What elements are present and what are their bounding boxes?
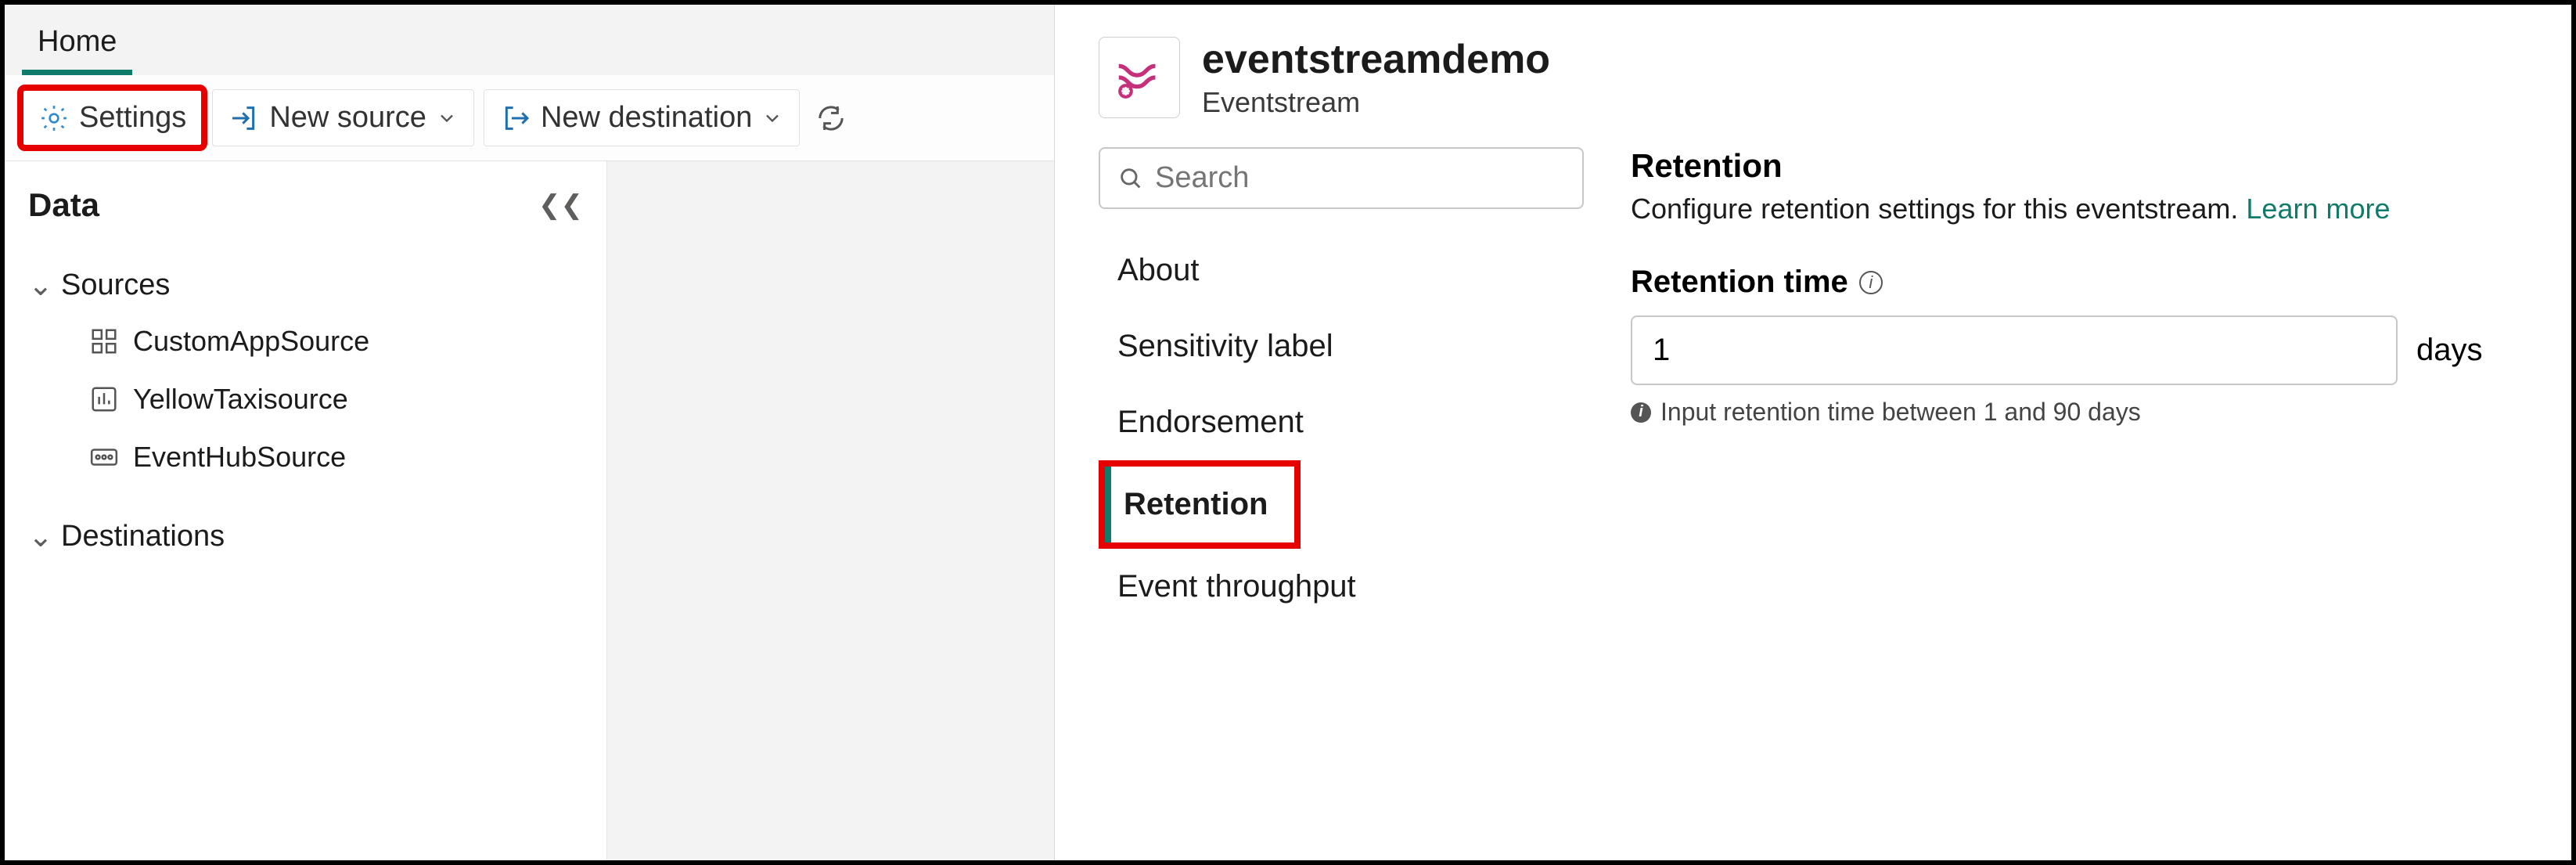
canvas-area: Data ❮❮ ⌄ Sources CustomAppSource Yellow… <box>5 161 1054 860</box>
toolbar: Settings New source New destination <box>5 75 1054 161</box>
chevron-down-icon <box>761 107 783 129</box>
source-item-label: YellowTaxisource <box>133 383 348 416</box>
new-destination-button[interactable]: New destination <box>484 89 800 146</box>
section-description: Configure retention settings for this ev… <box>1631 193 2527 225</box>
tab-home[interactable]: Home <box>22 14 132 75</box>
eventstream-icon <box>1099 37 1180 118</box>
source-item[interactable]: YellowTaxisource <box>89 370 583 428</box>
panel-header: eventstreamdemo Eventstream <box>1099 36 2527 119</box>
gear-icon <box>38 103 70 134</box>
learn-more-link[interactable]: Learn more <box>2246 193 2390 225</box>
chevron-down-icon: ⌄ <box>28 268 50 303</box>
info-icon: i <box>1631 402 1651 423</box>
chevron-down-icon: ⌄ <box>28 519 50 554</box>
days-suffix: days <box>2416 333 2483 368</box>
enter-icon <box>228 103 260 134</box>
nav-throughput[interactable]: Event throughput <box>1099 549 1584 625</box>
chart-icon <box>89 384 119 414</box>
settings-label: Settings <box>79 101 186 135</box>
sources-label: Sources <box>61 269 170 302</box>
settings-search[interactable] <box>1099 147 1584 209</box>
new-source-label: New source <box>269 101 426 135</box>
desc-text: Configure retention settings for this ev… <box>1631 193 2246 225</box>
destinations-label: Destinations <box>61 520 225 553</box>
settings-nav: About Sensitivity label Endorsement Rete… <box>1099 147 1584 625</box>
source-item-label: CustomAppSource <box>133 325 369 358</box>
destinations-toggle[interactable]: ⌄ Destinations <box>28 510 583 564</box>
search-icon <box>1117 165 1144 192</box>
settings-panel: eventstreamdemo Eventstream About Sensit… <box>1055 5 2571 860</box>
info-icon[interactable]: i <box>1859 271 1883 294</box>
sources-toggle[interactable]: ⌄ Sources <box>28 258 583 312</box>
destinations-group: ⌄ Destinations <box>28 510 583 564</box>
app-icon <box>89 326 119 356</box>
settings-button[interactable]: Settings <box>22 89 203 146</box>
panel-title: eventstreamdemo <box>1202 36 1550 83</box>
search-input[interactable] <box>1155 161 1565 195</box>
collapse-sidebar-button[interactable]: ❮❮ <box>538 189 583 221</box>
retention-time-label: Retention time i <box>1631 265 2527 300</box>
new-destination-label: New destination <box>541 101 752 135</box>
source-item-label: EventHubSource <box>133 441 346 474</box>
hub-icon <box>89 442 119 472</box>
exit-icon <box>500 103 531 134</box>
hint-text: Input retention time between 1 and 90 da… <box>1660 398 2141 427</box>
retention-time-input[interactable] <box>1631 315 2398 385</box>
sources-group: ⌄ Sources CustomAppSource YellowTaxisour… <box>28 258 583 486</box>
source-item[interactable]: EventHubSource <box>89 428 583 486</box>
refresh-icon <box>815 103 847 134</box>
chevron-down-icon <box>436 107 458 129</box>
refresh-button[interactable] <box>809 92 853 145</box>
data-sidebar: Data ❮❮ ⌄ Sources CustomAppSource Yellow… <box>5 161 607 860</box>
retention-hint: i Input retention time between 1 and 90 … <box>1631 398 2527 427</box>
field-label-text: Retention time <box>1631 265 1848 300</box>
source-item[interactable]: CustomAppSource <box>89 312 583 370</box>
tab-strip: Home <box>5 5 1054 75</box>
retention-section: Retention Configure retention settings f… <box>1631 147 2527 625</box>
nav-sensitivity[interactable]: Sensitivity label <box>1099 308 1584 384</box>
new-source-button[interactable]: New source <box>212 89 474 146</box>
editor-pane: Home Settings New source New destination <box>5 5 1055 860</box>
nav-endorsement[interactable]: Endorsement <box>1099 384 1584 460</box>
section-heading: Retention <box>1631 147 2527 185</box>
panel-subtitle: Eventstream <box>1202 86 1550 119</box>
nav-retention[interactable]: Retention <box>1105 467 1275 542</box>
nav-about[interactable]: About <box>1099 232 1584 308</box>
sidebar-title: Data <box>28 186 99 224</box>
